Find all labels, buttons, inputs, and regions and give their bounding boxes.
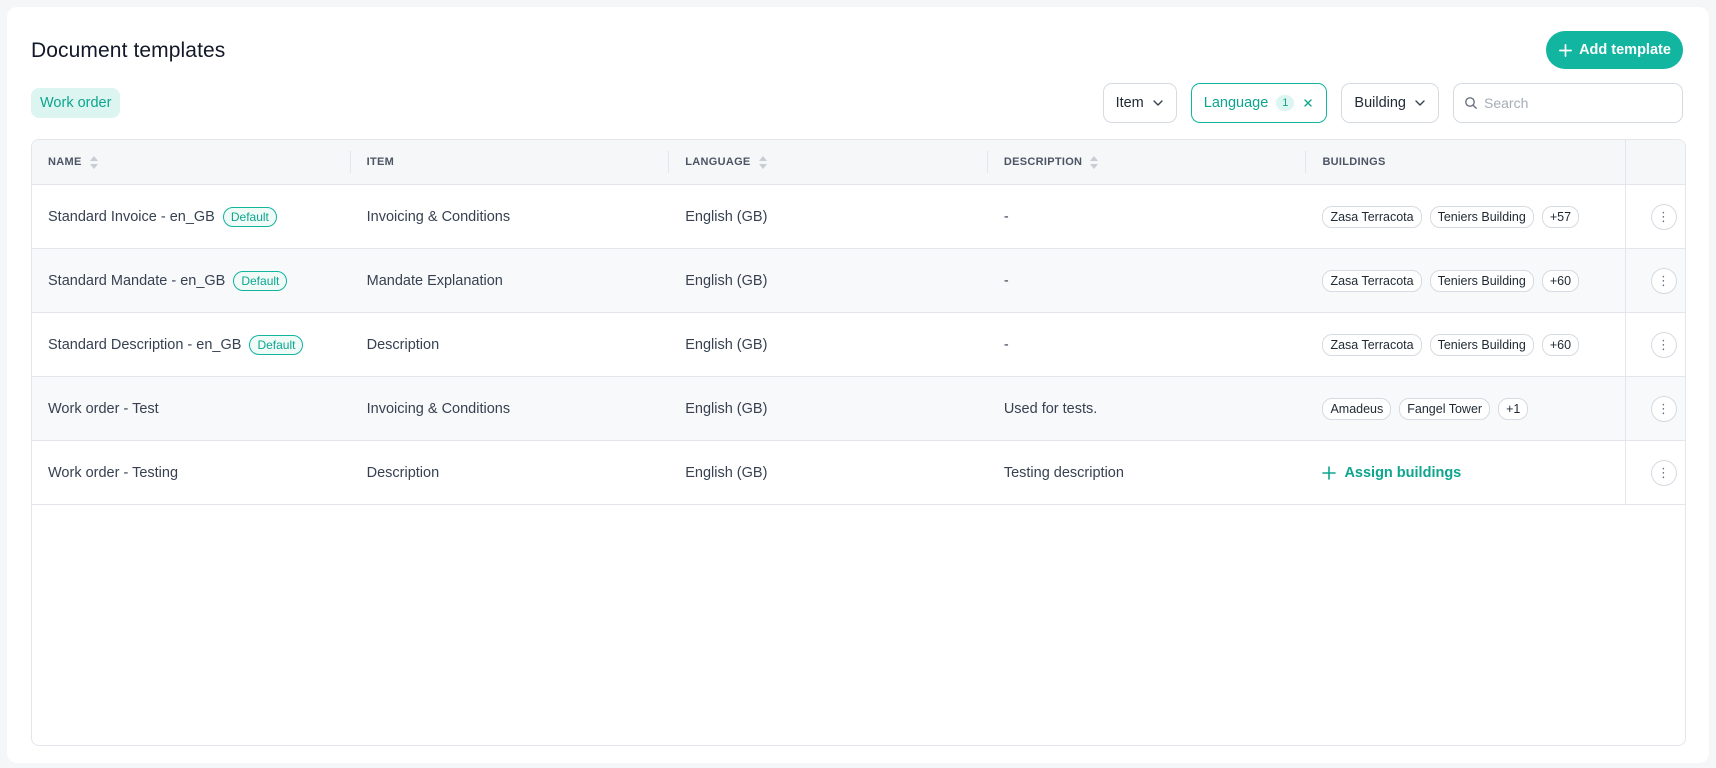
table-row[interactable]: Standard Mandate - en_GB Default Mandate…: [32, 249, 1685, 313]
cell-actions: ⋮: [1625, 185, 1685, 248]
cell-actions: ⋮: [1625, 313, 1685, 376]
page-title: Document templates: [31, 39, 226, 62]
cell-language: English (GB): [685, 208, 768, 225]
more-buildings-chip[interactable]: +1: [1498, 397, 1529, 420]
chevron-down-icon: [1415, 100, 1425, 106]
table-row[interactable]: Work order - Testing Description English…: [32, 441, 1685, 505]
cell-actions: ⋮: [1625, 249, 1685, 312]
chevron-down-icon: [1153, 100, 1163, 106]
filter-bar: Item Language 1 Building: [1102, 83, 1683, 123]
page-card: Document templates Add template Work ord…: [7, 7, 1709, 763]
cell-item: Description: [366, 464, 440, 481]
cell-name: Standard Mandate - en_GB Default: [32, 249, 351, 312]
column-header-label: LANGUAGE: [685, 156, 751, 168]
template-name: Standard Mandate - en_GB: [48, 272, 226, 289]
cell-description: Used for tests.: [1003, 400, 1098, 417]
cell-item: Description: [366, 336, 440, 353]
close-icon[interactable]: [1302, 97, 1314, 109]
more-options-icon[interactable]: ⋮: [1650, 331, 1677, 358]
sort-icon[interactable]: [1090, 155, 1099, 169]
cell-description: -: [1003, 336, 1009, 353]
cell-buildings: Assign buildings: [1306, 441, 1625, 504]
cell-language: English (GB): [685, 336, 768, 353]
cell-buildings: Amadeus Fangel Tower +1: [1306, 377, 1625, 440]
cell-description: Testing description: [1003, 464, 1124, 481]
column-header-description[interactable]: DESCRIPTION: [988, 140, 1307, 184]
item-filter[interactable]: Item: [1102, 83, 1177, 123]
search-icon: [1465, 97, 1477, 109]
cell-buildings: Zasa Terracota Teniers Building +57: [1306, 185, 1625, 248]
plus-icon: [1322, 465, 1337, 480]
column-header-label: DESCRIPTION: [1003, 156, 1083, 168]
building-filter-label: Building: [1354, 95, 1406, 111]
building-chip: Fangel Tower: [1399, 397, 1491, 420]
more-buildings-chip[interactable]: +57: [1541, 205, 1580, 228]
assign-buildings-label: Assign buildings: [1344, 464, 1462, 481]
cell-name: Standard Description - en_GB Default: [32, 313, 351, 376]
template-name: Standard Description - en_GB: [48, 336, 242, 353]
template-name: Work order - Test: [48, 400, 159, 417]
assign-buildings-link[interactable]: Assign buildings: [1322, 465, 1461, 481]
tab-work-order[interactable]: Work order: [31, 88, 121, 118]
building-chip: Teniers Building: [1429, 269, 1534, 292]
building-chip: Amadeus: [1322, 397, 1392, 420]
default-badge: Default: [222, 206, 277, 227]
cell-language: English (GB): [685, 464, 768, 481]
default-badge: Default: [249, 334, 304, 355]
column-header-language[interactable]: LANGUAGE: [669, 140, 988, 184]
template-name: Work order - Testing: [48, 464, 179, 481]
cell-name: Work order - Test: [32, 377, 351, 440]
building-chip: Teniers Building: [1429, 205, 1534, 228]
language-filter[interactable]: Language 1: [1190, 83, 1328, 123]
cell-language: English (GB): [685, 400, 768, 417]
column-header-buildings: BUILDINGS: [1306, 140, 1625, 184]
templates-table: NAME ITEM LANGUAGE DESCRIPTION BUILDINGS: [31, 139, 1686, 746]
table-header: NAME ITEM LANGUAGE DESCRIPTION BUILDINGS: [32, 140, 1685, 185]
default-badge: Default: [233, 270, 288, 291]
building-chip: Teniers Building: [1429, 333, 1534, 356]
cell-item: Invoicing & Conditions: [366, 400, 511, 417]
column-header-label: ITEM: [366, 156, 395, 168]
cell-name: Work order - Testing: [32, 441, 351, 504]
table-row[interactable]: Standard Description - en_GB Default Des…: [32, 313, 1685, 377]
language-filter-label: Language: [1203, 95, 1269, 111]
building-chip: Zasa Terracota: [1322, 269, 1422, 292]
item-filter-label: Item: [1115, 95, 1144, 111]
sort-icon[interactable]: [758, 155, 767, 169]
table-row[interactable]: Standard Invoice - en_GB Default Invoici…: [32, 185, 1685, 249]
plus-icon: [1559, 43, 1573, 57]
building-filter[interactable]: Building: [1341, 83, 1439, 123]
column-header-name[interactable]: NAME: [32, 140, 351, 184]
cell-item: Invoicing & Conditions: [366, 208, 511, 225]
column-header-label: BUILDINGS: [1322, 156, 1386, 168]
sort-icon[interactable]: [89, 155, 98, 169]
column-header-actions: [1625, 140, 1685, 184]
cell-item: Mandate Explanation: [366, 272, 503, 289]
cell-language: English (GB): [685, 272, 768, 289]
search-input[interactable]: [1484, 95, 1664, 111]
column-header-item: ITEM: [351, 140, 670, 184]
cell-name: Standard Invoice - en_GB Default: [32, 185, 351, 248]
building-chip: Zasa Terracota: [1322, 205, 1422, 228]
more-options-icon[interactable]: ⋮: [1650, 267, 1677, 294]
column-header-label: NAME: [48, 156, 82, 168]
template-name: Standard Invoice - en_GB: [48, 208, 215, 225]
more-buildings-chip[interactable]: +60: [1541, 269, 1580, 292]
more-options-icon[interactable]: ⋮: [1650, 395, 1677, 422]
more-buildings-chip[interactable]: +60: [1541, 333, 1580, 356]
table-row[interactable]: Work order - Test Invoicing & Conditions…: [32, 377, 1685, 441]
more-options-icon[interactable]: ⋮: [1650, 203, 1677, 230]
cell-description: -: [1003, 272, 1009, 289]
building-chip: Zasa Terracota: [1322, 333, 1422, 356]
cell-actions: ⋮: [1625, 377, 1685, 440]
cell-actions: ⋮: [1625, 441, 1685, 504]
cell-buildings: Zasa Terracota Teniers Building +60: [1306, 249, 1625, 312]
language-filter-count: 1: [1276, 95, 1295, 111]
add-template-button[interactable]: Add template: [1546, 31, 1683, 69]
cell-description: -: [1003, 208, 1009, 225]
more-options-icon[interactable]: ⋮: [1650, 459, 1677, 486]
add-template-label: Add template: [1579, 42, 1671, 58]
cell-buildings: Zasa Terracota Teniers Building +60: [1306, 313, 1625, 376]
search-box[interactable]: [1453, 83, 1683, 123]
